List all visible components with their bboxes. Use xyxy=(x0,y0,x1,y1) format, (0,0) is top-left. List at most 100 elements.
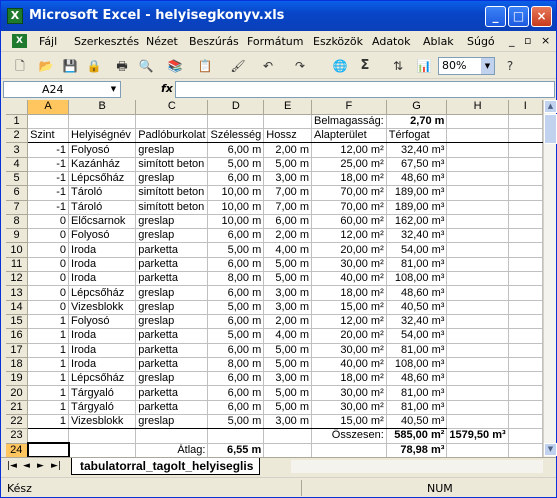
doc-minimize-button[interactable]: _ xyxy=(509,34,515,47)
cell[interactable]: 48,60 m³ xyxy=(386,371,448,387)
menu-format[interactable]: Formátum xyxy=(247,35,303,48)
cell[interactable]: 67,50 m³ xyxy=(386,157,448,172)
scroll-up-icon[interactable]: ▲ xyxy=(544,100,557,113)
cell[interactable] xyxy=(68,443,137,457)
cell[interactable]: 162,00 m³ xyxy=(386,214,448,230)
cell[interactable] xyxy=(508,200,543,215)
row-header[interactable]: 24 xyxy=(6,443,29,457)
cell[interactable] xyxy=(311,443,387,457)
row-header[interactable]: 1 xyxy=(6,114,29,130)
cell[interactable]: 40,50 m³ xyxy=(386,300,448,315)
cell[interactable]: 7,00 m xyxy=(263,185,313,201)
cell[interactable]: -1 xyxy=(27,142,70,158)
cell[interactable]: 0 xyxy=(27,285,70,301)
prev-sheet-icon[interactable]: ◄ xyxy=(23,461,30,471)
cell[interactable]: Vizesblokk xyxy=(68,300,137,315)
cell[interactable] xyxy=(446,300,509,315)
menu-tools[interactable]: Eszközök xyxy=(313,35,363,48)
row-header[interactable]: 17 xyxy=(6,343,29,358)
scroll-thumb[interactable] xyxy=(544,114,557,144)
cell[interactable]: Helyiségnév xyxy=(68,128,137,144)
cell[interactable] xyxy=(508,314,543,330)
cell[interactable]: 3,00 m xyxy=(263,285,313,301)
select-all-corner[interactable] xyxy=(6,100,29,115)
cell[interactable]: parketta xyxy=(135,271,209,287)
cell[interactable] xyxy=(508,271,543,287)
cell[interactable]: Tároló xyxy=(68,200,137,215)
doc-restore-button[interactable]: ▫ xyxy=(524,34,531,47)
cell[interactable]: 60,00 m² xyxy=(311,214,387,230)
cell[interactable]: 32,40 m³ xyxy=(386,228,448,244)
row-header[interactable]: 16 xyxy=(6,328,29,344)
cell[interactable]: greslap xyxy=(135,371,209,387)
cell[interactable]: 3,00 m xyxy=(263,371,313,387)
cell[interactable]: 5,00 m xyxy=(207,157,265,172)
title-bar[interactable]: X Microsoft Excel - helyisegkonyv.xls _ … xyxy=(1,1,556,31)
cell[interactable]: simított beton xyxy=(135,200,209,215)
cell[interactable]: 12,00 m² xyxy=(311,142,387,158)
cell[interactable] xyxy=(446,400,509,416)
cell[interactable]: 585,00 m² xyxy=(386,428,448,444)
format-painter-icon[interactable]: 🖌 xyxy=(229,57,247,75)
cell[interactable]: greslap xyxy=(135,285,209,301)
cell[interactable] xyxy=(446,443,509,457)
cell[interactable]: 6,55 m xyxy=(207,443,265,457)
sheet-table[interactable]: ABCDEFGHI 1 Belmagasság: 2,70 m 2 Szint Helyi… xyxy=(6,100,543,457)
cell[interactable] xyxy=(446,371,509,387)
row-header[interactable]: 11 xyxy=(6,257,29,273)
menu-edit[interactable]: Szerkesztés xyxy=(74,35,139,48)
open-icon[interactable]: 📂 xyxy=(37,57,55,75)
cell[interactable] xyxy=(263,428,313,444)
cell[interactable]: 18,00 m² xyxy=(311,285,387,301)
permission-icon[interactable]: 🔒 xyxy=(85,57,103,75)
print-icon[interactable]: 🖶 xyxy=(113,57,131,75)
row-header[interactable]: 12 xyxy=(6,271,29,287)
cell[interactable]: 8,00 m xyxy=(207,271,265,287)
close-button[interactable]: × xyxy=(531,6,552,27)
cell[interactable]: 1 xyxy=(27,371,70,387)
cell[interactable] xyxy=(508,285,543,301)
cell[interactable] xyxy=(135,114,209,130)
cell[interactable] xyxy=(508,385,543,401)
cell[interactable]: Tároló xyxy=(68,185,137,201)
cell[interactable] xyxy=(508,300,543,315)
cell[interactable] xyxy=(508,242,543,258)
cell[interactable]: parketta xyxy=(135,357,209,373)
cell[interactable]: 0 xyxy=(27,257,70,273)
cell[interactable]: 2,00 m xyxy=(263,142,313,158)
cell[interactable] xyxy=(446,171,509,187)
cell[interactable] xyxy=(446,285,509,301)
cell[interactable] xyxy=(207,428,265,444)
cell[interactable] xyxy=(508,185,543,201)
hyperlink-icon[interactable]: 🌐 xyxy=(331,57,349,75)
menu-view[interactable]: Nézet xyxy=(146,35,178,48)
zoom-select[interactable]: 80% ▼ xyxy=(438,57,495,75)
row-header[interactable]: 14 xyxy=(6,300,29,315)
cell[interactable]: 81,00 m³ xyxy=(386,343,448,358)
redo-icon[interactable]: ↷ xyxy=(291,57,309,75)
cell[interactable] xyxy=(446,114,509,130)
row-header[interactable]: 8 xyxy=(6,214,29,230)
cell[interactable]: Előcsarnok xyxy=(68,214,137,230)
menu-insert[interactable]: Beszúrás xyxy=(189,35,239,48)
cell[interactable]: 81,00 m³ xyxy=(386,257,448,273)
save-icon[interactable]: 💾 xyxy=(61,57,79,75)
cell[interactable]: Iroda xyxy=(68,328,137,344)
cell[interactable]: 5,00 m xyxy=(207,242,265,258)
cell[interactable]: -1 xyxy=(27,185,70,201)
cell[interactable]: Szélesség xyxy=(207,128,265,144)
cell[interactable]: Tárgyaló xyxy=(68,385,137,401)
chart-icon[interactable]: 📊 xyxy=(415,57,433,75)
cell[interactable]: 6,00 m xyxy=(207,228,265,244)
row-header[interactable]: 20 xyxy=(6,385,29,401)
maximize-button[interactable]: □ xyxy=(508,6,529,27)
cell[interactable] xyxy=(508,257,543,273)
cell[interactable]: -1 xyxy=(27,157,70,172)
cell[interactable]: Lépcsőház xyxy=(68,371,137,387)
cell[interactable]: 6,00 m xyxy=(207,171,265,187)
cell[interactable]: 70,00 m² xyxy=(311,185,387,201)
cell[interactable]: Belmagasság: xyxy=(311,114,387,130)
cell[interactable] xyxy=(68,114,137,130)
row-header[interactable]: 21 xyxy=(6,400,29,416)
cell[interactable]: Lépcsőház xyxy=(68,285,137,301)
